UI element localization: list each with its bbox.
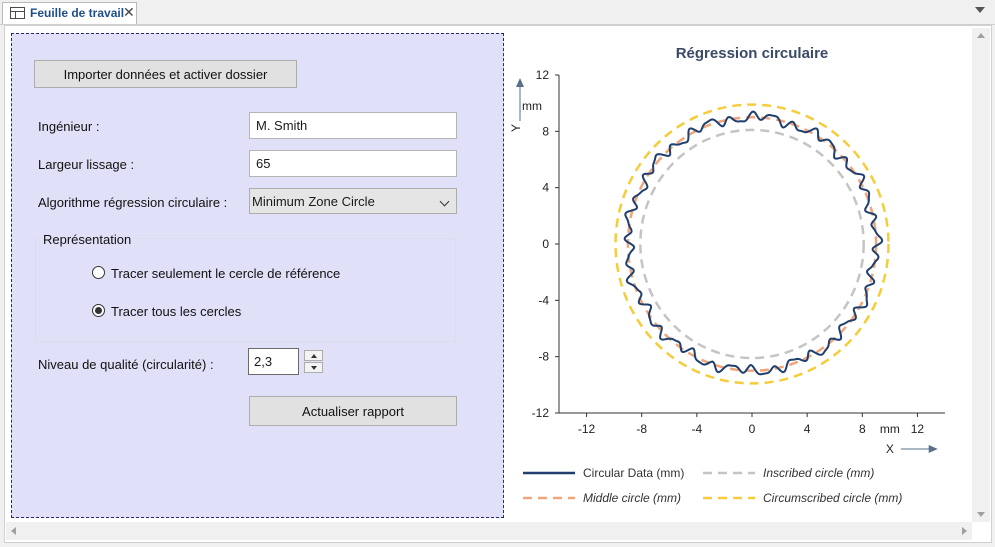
- y-tick-label: 4: [542, 181, 549, 195]
- horizontal-scrollbar[interactable]: [6, 522, 972, 540]
- algorithm-select[interactable]: Minimum Zone Circle: [249, 188, 457, 214]
- legend-label: Circular Data (mm): [583, 466, 684, 480]
- scroll-down-icon[interactable]: [977, 512, 985, 517]
- y-axis-label: Y: [509, 124, 523, 132]
- chart-panel: Régression circulaire -12 -8 -4 0 4 8 12 -12 -8 -4…: [508, 33, 968, 518]
- tab-bar: Feuille de travail ✕: [0, 0, 995, 25]
- x-tick-label: 12: [911, 422, 925, 436]
- radio-all-label[interactable]: Tracer tous les cercles: [111, 304, 241, 319]
- y-tick-label: 0: [542, 237, 549, 251]
- scroll-up-icon[interactable]: [977, 33, 985, 38]
- legend-label: Middle circle (mm): [583, 491, 681, 505]
- spin-down-button[interactable]: [304, 362, 323, 373]
- scroll-right-icon[interactable]: [962, 527, 967, 535]
- engineer-label: Ingénieur :: [38, 119, 100, 134]
- y-tick-label: -4: [538, 293, 549, 307]
- quality-input[interactable]: 2,3: [248, 348, 299, 375]
- y-unit-label: mm: [522, 99, 542, 113]
- y-axis-arrow-icon: [516, 78, 524, 87]
- radio-reference-label[interactable]: Tracer seulement le cercle de référence: [111, 266, 340, 281]
- series-circular-data: [623, 110, 884, 376]
- table-icon: [10, 7, 25, 19]
- representation-title: Représentation: [40, 232, 135, 247]
- x-axis-arrow-icon: [928, 445, 938, 453]
- representation-group: [35, 238, 456, 342]
- import-data-button[interactable]: Importer données et activer dossier: [34, 60, 297, 88]
- smoothing-input[interactable]: 65: [249, 150, 457, 177]
- chart-title: Régression circulaire: [676, 45, 829, 62]
- radio-all-circles[interactable]: [92, 304, 105, 317]
- radio-reference-only[interactable]: [92, 266, 105, 279]
- y-tick-label: 8: [542, 124, 549, 138]
- legend-label: Circumscribed circle (mm): [763, 491, 902, 505]
- x-unit-label: mm: [880, 422, 900, 436]
- chevron-down-icon[interactable]: [975, 7, 985, 13]
- smoothing-label: Largeur lissage :: [38, 157, 135, 172]
- engineer-input[interactable]: M. Smith: [249, 112, 457, 139]
- tab-label: Feuille de travail: [30, 6, 125, 20]
- spin-up-button[interactable]: [304, 350, 323, 361]
- quality-label: Niveau de qualité (circularité) :: [38, 357, 214, 372]
- x-tick-label: 4: [804, 422, 811, 436]
- circular-regression-chart: Régression circulaire -12 -8 -4 0 4 8 12 -12 -8 -4…: [509, 45, 945, 505]
- y-tick-label: -8: [538, 350, 549, 364]
- y-tick-label: 12: [536, 68, 550, 82]
- algorithm-label: Algorithme régression circulaire :: [38, 195, 228, 210]
- x-tick-label: 0: [749, 422, 756, 436]
- x-tick-label: 8: [859, 422, 866, 436]
- x-axis-label: X: [886, 442, 894, 456]
- x-tick-label: -4: [692, 422, 703, 436]
- vertical-scrollbar[interactable]: [972, 28, 990, 522]
- update-report-button[interactable]: Actualiser rapport: [249, 396, 457, 426]
- x-tick-label: -12: [578, 422, 596, 436]
- close-icon[interactable]: ✕: [123, 4, 135, 21]
- scroll-left-icon[interactable]: [11, 527, 16, 535]
- y-tick-label: -12: [532, 406, 550, 420]
- series-inscribed-circle-mm: [639, 128, 865, 360]
- x-tick-label: -8: [636, 422, 647, 436]
- tab-worksheet[interactable]: Feuille de travail ✕: [2, 2, 137, 24]
- algorithm-selected-value: Minimum Zone Circle: [252, 193, 375, 209]
- chevron-down-icon: [439, 196, 450, 207]
- series-circumscribed-circle-mm: [614, 103, 890, 385]
- legend-label: Inscribed circle (mm): [763, 466, 874, 480]
